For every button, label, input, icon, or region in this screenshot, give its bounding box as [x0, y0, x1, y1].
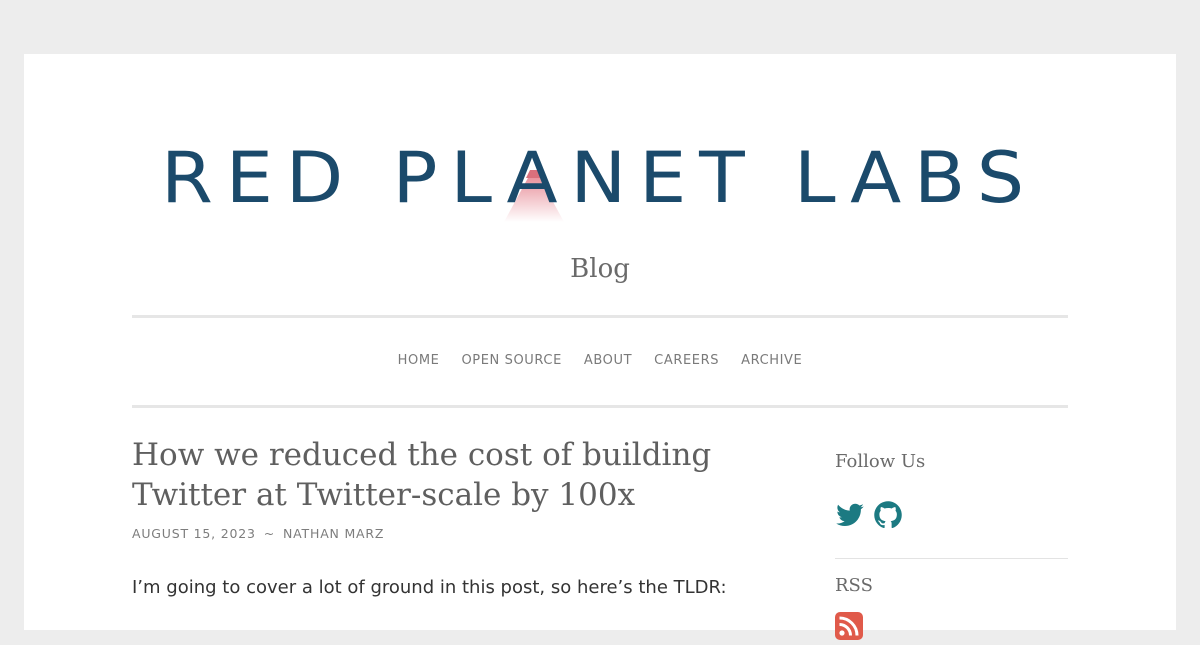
github-icon[interactable] — [873, 500, 903, 530]
rss-title: RSS — [835, 575, 873, 596]
nav-item-about[interactable]: ABOUT — [584, 353, 632, 368]
logo-graphic: RED PLANET LABS — [161, 142, 1037, 222]
rss-icon[interactable] — [835, 612, 863, 640]
nav-item-careers[interactable]: CAREERS — [654, 353, 719, 368]
meta-separator: ~ — [263, 526, 276, 541]
post-intro: I’m going to cover a lot of ground in th… — [132, 577, 727, 598]
post-title[interactable]: How we reduced the cost of building Twit… — [132, 435, 752, 515]
site-logo[interactable]: RED PLANET LABS — [159, 142, 1039, 222]
post-author[interactable]: NATHAN MARZ — [283, 526, 384, 541]
main-nav: HOME OPEN SOURCE ABOUT CAREERS ARCHIVE — [24, 353, 1176, 368]
post-date[interactable]: AUGUST 15, 2023 — [132, 526, 256, 541]
site-subtitle: Blog — [570, 254, 630, 284]
page-card: RED PLANET LABS Blog HOME OPEN SOURCE AB… — [24, 54, 1176, 640]
logo-text: RED PLANET LABS — [161, 142, 1037, 219]
twitter-icon[interactable] — [835, 500, 865, 530]
header-divider-top — [132, 315, 1068, 318]
sidebar-divider — [835, 558, 1068, 559]
nav-item-archive[interactable]: ARCHIVE — [741, 353, 802, 368]
post-meta: AUGUST 15, 2023 ~ NATHAN MARZ — [132, 526, 384, 541]
nav-item-open-source[interactable]: OPEN SOURCE — [461, 353, 561, 368]
follow-us-title: Follow Us — [835, 451, 926, 472]
social-links — [835, 500, 903, 530]
nav-item-home[interactable]: HOME — [398, 353, 440, 368]
header-divider-bottom — [132, 405, 1068, 408]
